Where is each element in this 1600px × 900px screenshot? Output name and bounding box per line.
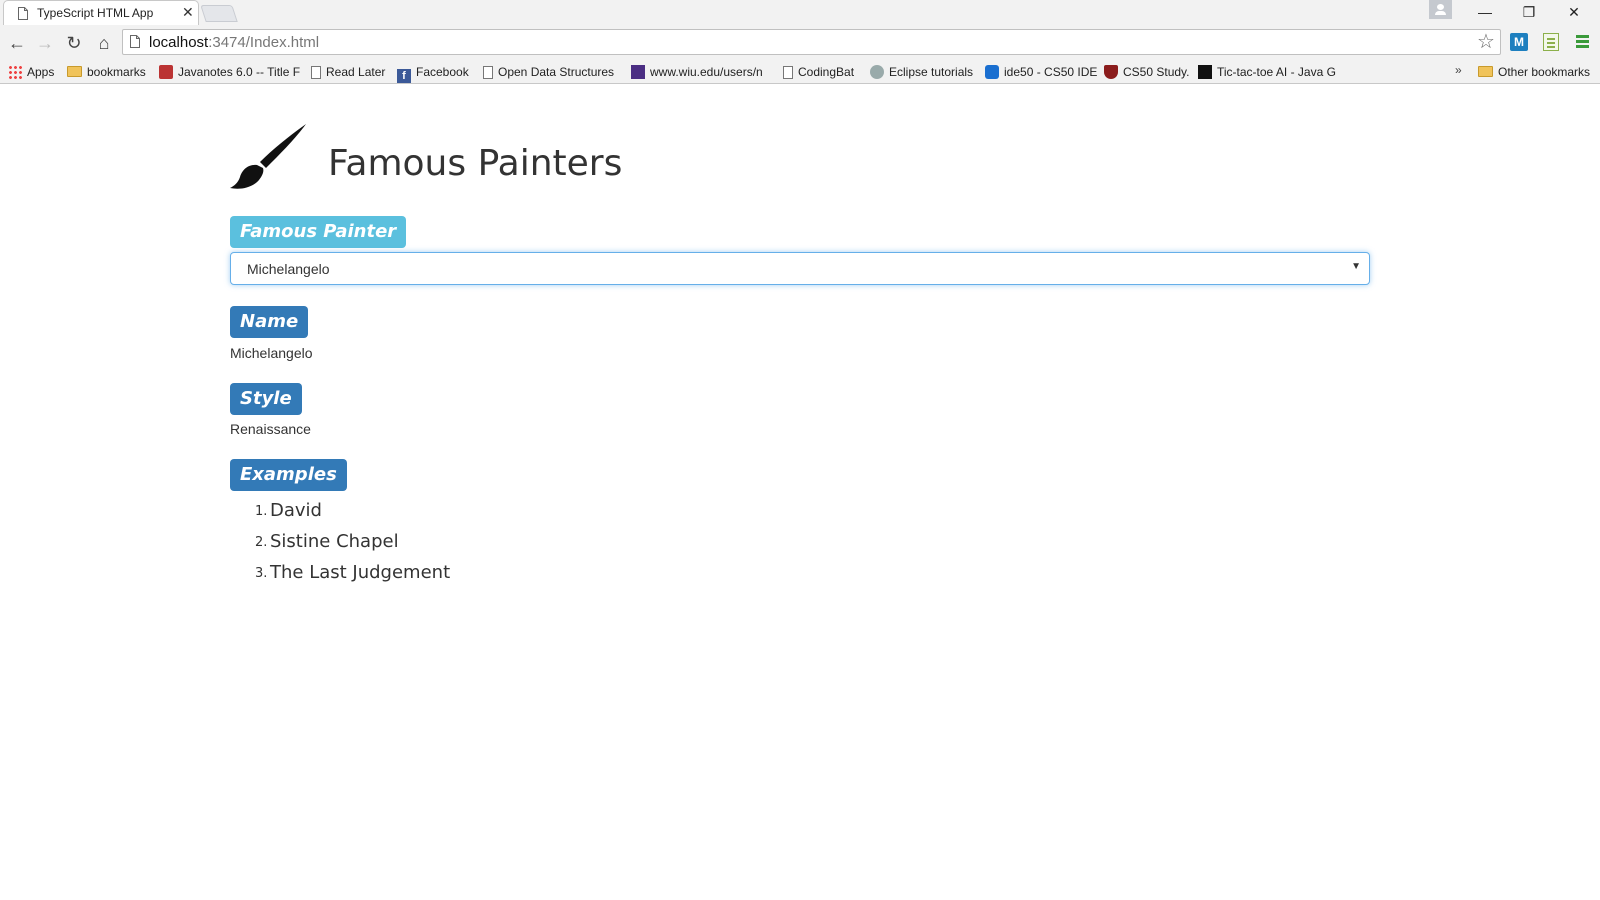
url-host: localhost (149, 34, 209, 51)
bookmark-label: Tic-tac-toe AI - Java G (1217, 65, 1336, 79)
url-text: localhost:3474/Index.html (149, 34, 319, 51)
page-header: Famous Painters (230, 122, 830, 192)
new-tab-button[interactable] (200, 5, 238, 22)
bookmark-eclipse[interactable]: Eclipse tutorials (870, 63, 973, 81)
bookmark-label: Facebook (416, 65, 469, 79)
facebook-icon: f (397, 69, 411, 83)
forward-arrow-icon[interactable]: → (33, 31, 57, 55)
bookmark-label: Open Data Structures (498, 65, 615, 79)
bookmark-label: bookmarks (87, 65, 146, 79)
painter-select-value: Michelangelo (247, 261, 330, 277)
folder-icon (1478, 66, 1493, 77)
page-title: Famous Painters (328, 143, 623, 184)
bookmark-label: CodingBat (798, 65, 855, 79)
extension-m-icon[interactable]: M (1510, 33, 1528, 51)
bookmark-facebook[interactable]: f Facebook (397, 63, 469, 83)
bookmark-apps[interactable]: Apps (8, 63, 54, 81)
url-path: :3474/Index.html (208, 34, 320, 51)
reload-icon[interactable]: ↻ (62, 31, 86, 55)
bookmark-folder-bookmarks[interactable]: bookmarks (67, 63, 146, 81)
profile-icon[interactable] (1429, 0, 1452, 19)
extension-document-icon[interactable] (1543, 33, 1559, 51)
bookmark-open-data-structures[interactable]: Open Data Structures (483, 63, 614, 81)
examples-list: 1. David 2. Sistine Chapel 3. The Last Judg… (255, 500, 451, 593)
tab-close-icon[interactable]: ✕ (182, 4, 194, 20)
paintbrush-icon (230, 124, 306, 189)
bookmark-cs50-study[interactable]: CS50 Study. (1104, 63, 1189, 81)
bookmarks-overflow-icon[interactable]: » (1455, 63, 1462, 77)
bookmark-codingbat[interactable]: CodingBat (783, 63, 854, 81)
list-number: 2. (255, 535, 268, 550)
folder-icon (67, 66, 82, 77)
browser-window: TypeScript HTML App ✕ — ❐ ✕ ← → ↻ ⌂ loca… (0, 0, 1600, 900)
bookmark-label: Apps (27, 65, 55, 79)
page-icon (18, 7, 28, 20)
chevron-down-icon: ▼ (1351, 261, 1361, 272)
style-label: Style (230, 383, 302, 415)
browser-toolbar: ← → ↻ ⌂ localhost:3474/Index.html ☆ M (0, 25, 1600, 60)
page-icon (311, 66, 321, 79)
address-bar[interactable]: localhost:3474/Index.html ☆ (122, 29, 1501, 55)
list-number: 3. (255, 566, 268, 581)
name-label: Name (230, 306, 309, 338)
bookmark-label: Other bookmarks (1498, 65, 1591, 79)
bookmarks-bar: Apps bookmarks Javanotes 6.0 -- Title F … (0, 60, 1600, 84)
bookmark-label: Eclipse tutorials (889, 65, 974, 79)
bookmark-tic-tac-toe[interactable]: Tic-tac-toe AI - Java G (1198, 63, 1336, 81)
tab-bar: TypeScript HTML App ✕ — ❐ ✕ (0, 0, 1600, 26)
menu-icon[interactable] (1576, 35, 1589, 38)
back-arrow-icon[interactable]: ← (5, 31, 29, 55)
page-content: Famous Painters Famous Painter Michelang… (0, 85, 1600, 900)
list-item: 3. The Last Judgement (255, 562, 451, 593)
tab-title: TypeScript HTML App (37, 6, 154, 20)
bookmark-label: ide50 - CS50 IDE (1004, 65, 1098, 79)
apps-icon (8, 65, 22, 79)
globe-icon (870, 65, 884, 79)
list-item: 2. Sistine Chapel (255, 531, 450, 562)
bookmark-star-icon[interactable]: ☆ (1477, 31, 1495, 53)
bookmark-label: Javanotes 6.0 -- Title F (178, 65, 301, 79)
bookmark-javanotes[interactable]: Javanotes 6.0 -- Title F (159, 63, 300, 81)
terminal-icon (1198, 65, 1212, 79)
page-icon (483, 66, 493, 79)
bookmark-label: CS50 Study. (1123, 65, 1190, 79)
bookmark-other[interactable]: Other bookmarks (1478, 63, 1590, 81)
minimize-icon[interactable]: — (1473, 2, 1497, 22)
style-value: Renaissance (230, 421, 311, 437)
list-number: 1. (255, 504, 268, 519)
bookmark-read-later[interactable]: Read Later (311, 63, 385, 81)
example-text: Sistine Chapel (270, 531, 399, 552)
javanotes-icon (159, 65, 173, 79)
bookmark-ide50[interactable]: ide50 - CS50 IDE (985, 63, 1097, 81)
name-value: Michelangelo (230, 345, 313, 361)
bookmark-label: Read Later (326, 65, 386, 79)
famous-painter-label: Famous Painter (230, 216, 407, 248)
list-item: 1. David (255, 500, 450, 531)
bookmark-wiu[interactable]: www.wiu.edu/users/n (631, 63, 763, 81)
examples-label: Examples (230, 459, 347, 491)
restore-icon[interactable]: ❐ (1517, 2, 1541, 22)
page-icon (130, 35, 140, 48)
painter-select[interactable]: Michelangelo ▼ (230, 252, 1370, 285)
tab-active[interactable]: TypeScript HTML App ✕ (3, 0, 199, 26)
wiu-icon (631, 65, 645, 79)
example-text: David (270, 500, 322, 521)
example-text: The Last Judgement (270, 562, 451, 583)
ide50-icon (985, 65, 999, 79)
home-icon[interactable]: ⌂ (92, 31, 116, 55)
harvard-shield-icon (1104, 65, 1118, 79)
page-icon (783, 66, 793, 79)
close-window-icon[interactable]: ✕ (1562, 2, 1586, 22)
bookmark-label: www.wiu.edu/users/n (650, 65, 763, 79)
